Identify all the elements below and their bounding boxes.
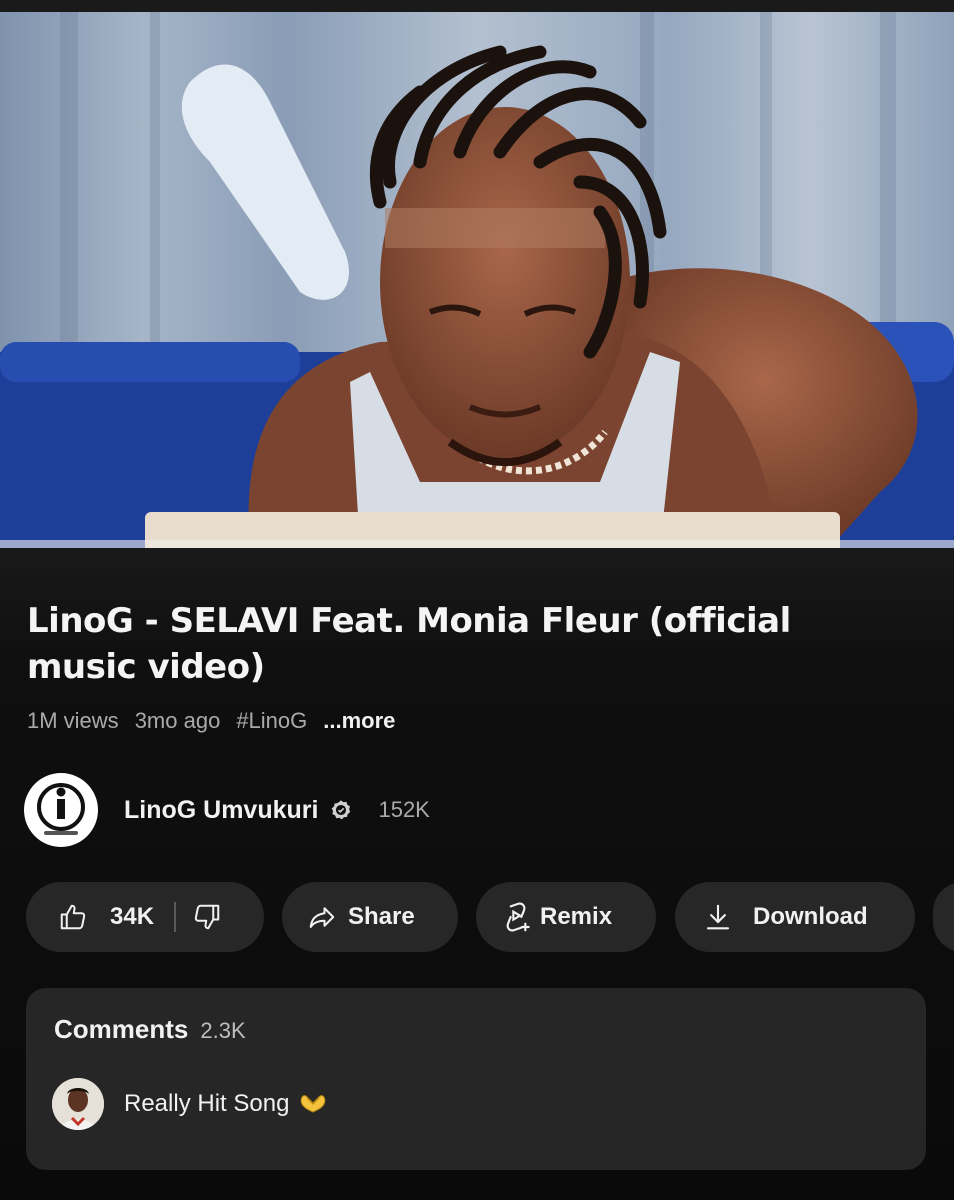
comments-count: 2.3K xyxy=(200,1018,246,1043)
download-icon xyxy=(703,901,733,933)
remix-icon xyxy=(500,901,532,933)
share-arrow-icon xyxy=(306,902,338,932)
remix-label: Remix xyxy=(540,903,613,930)
channel-name[interactable]: LinoG Umvukuri xyxy=(124,796,318,825)
video-title[interactable]: LinoG - SELAVI Feat. Monia Fleur (offici… xyxy=(27,598,907,690)
commenter-photo xyxy=(52,1078,104,1130)
comments-header: Comments 2.3K xyxy=(54,1014,246,1045)
subscriber-count: 152K xyxy=(378,797,430,822)
hashtag-link[interactable]: #LinoG xyxy=(236,708,307,734)
view-count: 1M views xyxy=(27,708,119,733)
comments-card[interactable]: Comments 2.3K Really Hit Song xyxy=(26,988,926,1170)
commenter-avatar[interactable] xyxy=(52,1078,104,1130)
upload-age: 3mo ago xyxy=(134,708,221,733)
channel-avatar[interactable] xyxy=(24,773,98,847)
download-label: Download xyxy=(753,903,868,930)
like-dislike-pill: 34K xyxy=(26,882,264,952)
video-player[interactable] xyxy=(0,0,954,548)
thumbs-down-icon[interactable] xyxy=(192,902,222,932)
share-button[interactable]: Share xyxy=(282,882,458,952)
top-comment[interactable]: Really Hit Song xyxy=(52,1078,327,1130)
heart-hands-icon xyxy=(299,1090,327,1119)
download-button[interactable]: Download xyxy=(675,882,915,952)
verified-badge-icon xyxy=(332,800,351,820)
comment-text: Really Hit Song xyxy=(124,1090,290,1117)
like-divider xyxy=(174,902,177,932)
more-link[interactable]: ...more xyxy=(323,708,395,734)
watch-page: LinoG - SELAVI Feat. Monia Fleur (offici… xyxy=(0,0,954,1200)
umvukuri-logo-icon xyxy=(25,774,97,846)
comments-title: Comments xyxy=(54,1014,189,1044)
remix-button[interactable]: Remix xyxy=(476,882,656,952)
channel-row[interactable]: LinoG Umvukuri 152K xyxy=(24,772,430,848)
share-label: Share xyxy=(348,903,415,930)
thumbs-up-icon[interactable] xyxy=(58,902,88,932)
like-count[interactable]: 34K xyxy=(110,903,154,931)
player-top-strip xyxy=(0,0,954,12)
video-meta-row[interactable]: 1M views 3mo ago #LinoG ...more xyxy=(27,705,395,737)
video-frame-image xyxy=(0,12,954,548)
